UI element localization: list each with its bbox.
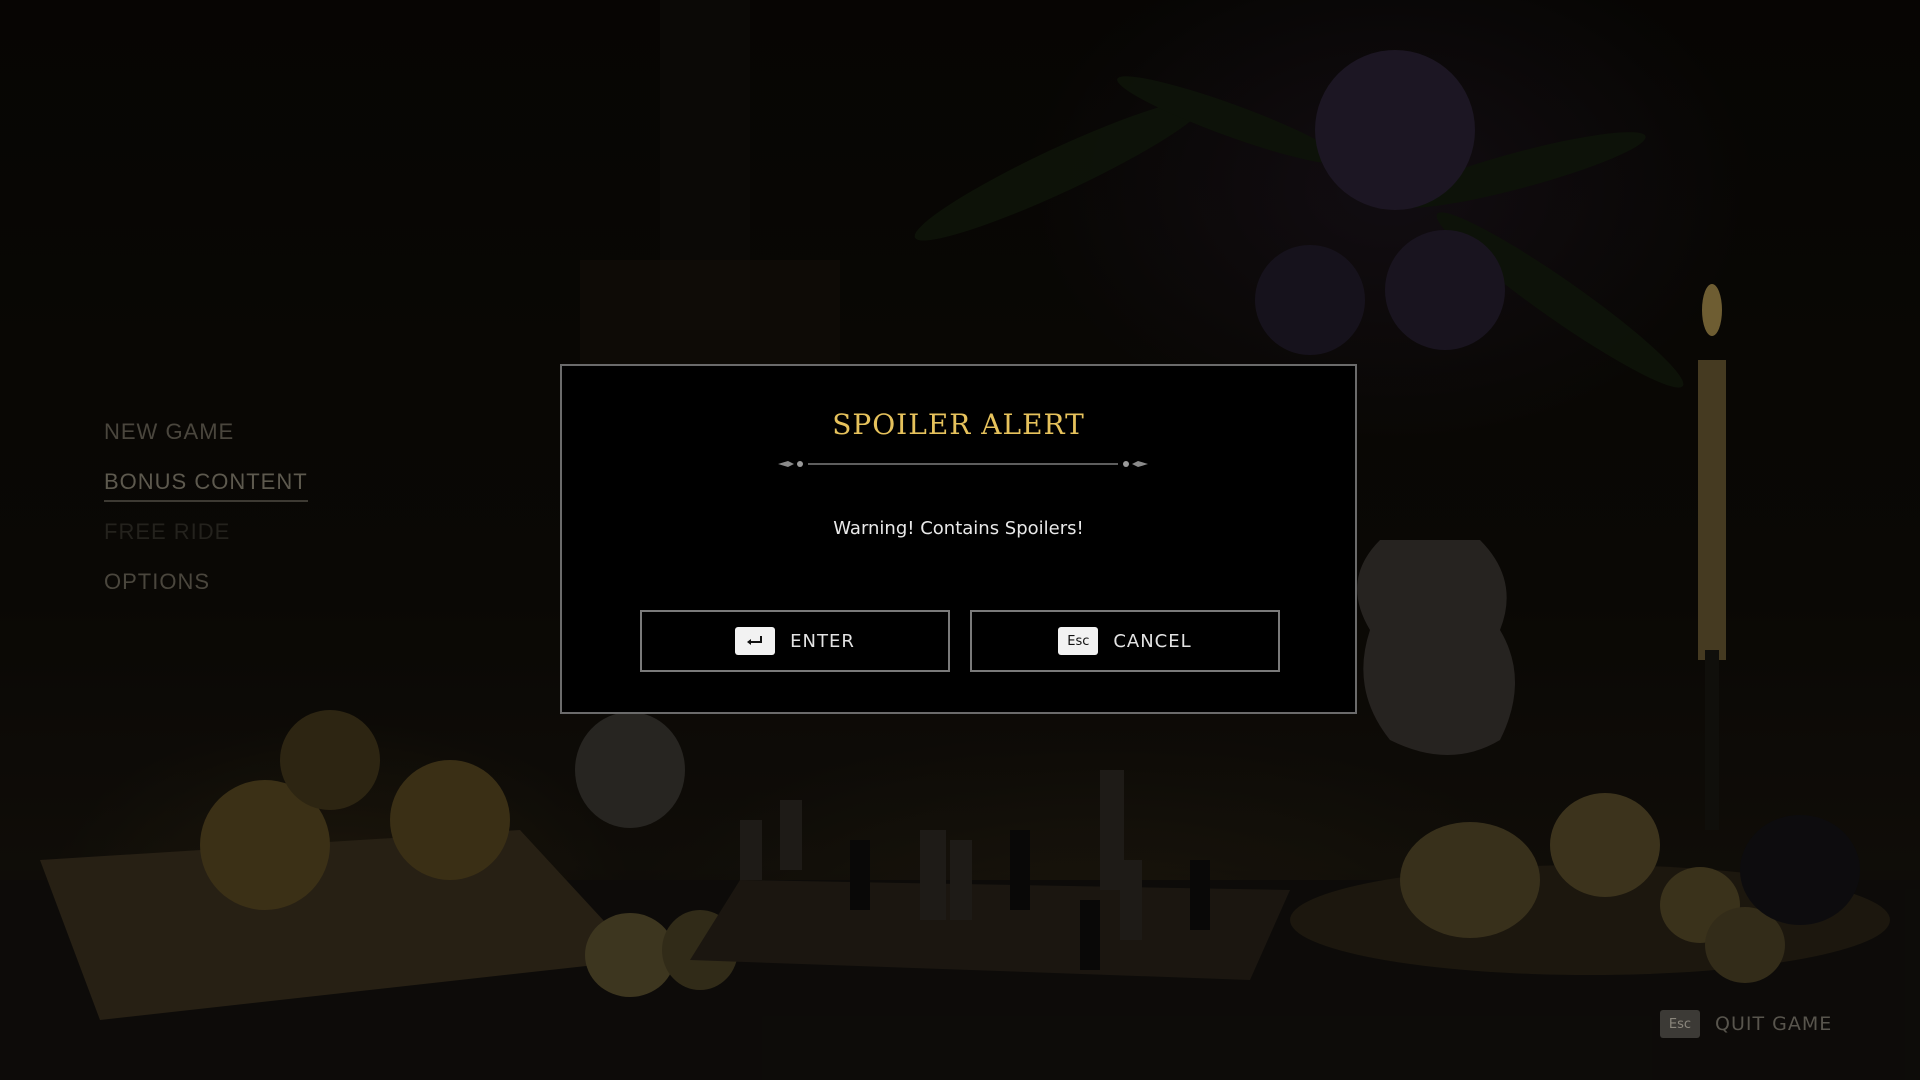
- ornamental-divider: [778, 461, 1148, 467]
- esc-key-icon: Esc: [1058, 627, 1099, 655]
- menu-item-free-ride: FREE RIDE: [104, 512, 404, 562]
- game-screen: NEW GAME BONUS CONTENT FREE RIDE OPTIONS…: [0, 0, 1920, 1080]
- menu-item-label: FREE RIDE: [104, 519, 231, 544]
- esc-key-icon: Esc: [1660, 1010, 1700, 1038]
- quit-game-button[interactable]: Esc QUIT GAME: [1660, 1010, 1832, 1038]
- menu-item-label: BONUS CONTENT: [104, 469, 308, 502]
- menu-item-options[interactable]: OPTIONS: [104, 562, 404, 612]
- enter-button-label: ENTER: [790, 630, 855, 652]
- main-menu: NEW GAME BONUS CONTENT FREE RIDE OPTIONS: [104, 412, 404, 612]
- menu-item-new-game[interactable]: NEW GAME: [104, 412, 404, 462]
- menu-item-bonus-content[interactable]: BONUS CONTENT: [104, 462, 404, 512]
- quit-game-label: QUIT GAME: [1715, 1013, 1833, 1035]
- dialog-title: SPOILER ALERT: [832, 408, 1085, 441]
- dialog-message: Warning! Contains Spoilers!: [833, 518, 1084, 539]
- spoiler-alert-dialog: SPOILER ALERT Warning! Contains Spoilers…: [560, 364, 1357, 714]
- menu-item-label: OPTIONS: [104, 569, 211, 594]
- cancel-button[interactable]: Esc CANCEL: [970, 610, 1280, 672]
- enter-key-icon: [735, 627, 776, 655]
- cancel-button-label: CANCEL: [1113, 630, 1192, 652]
- enter-button[interactable]: ENTER: [640, 610, 950, 672]
- menu-item-label: NEW GAME: [104, 419, 235, 444]
